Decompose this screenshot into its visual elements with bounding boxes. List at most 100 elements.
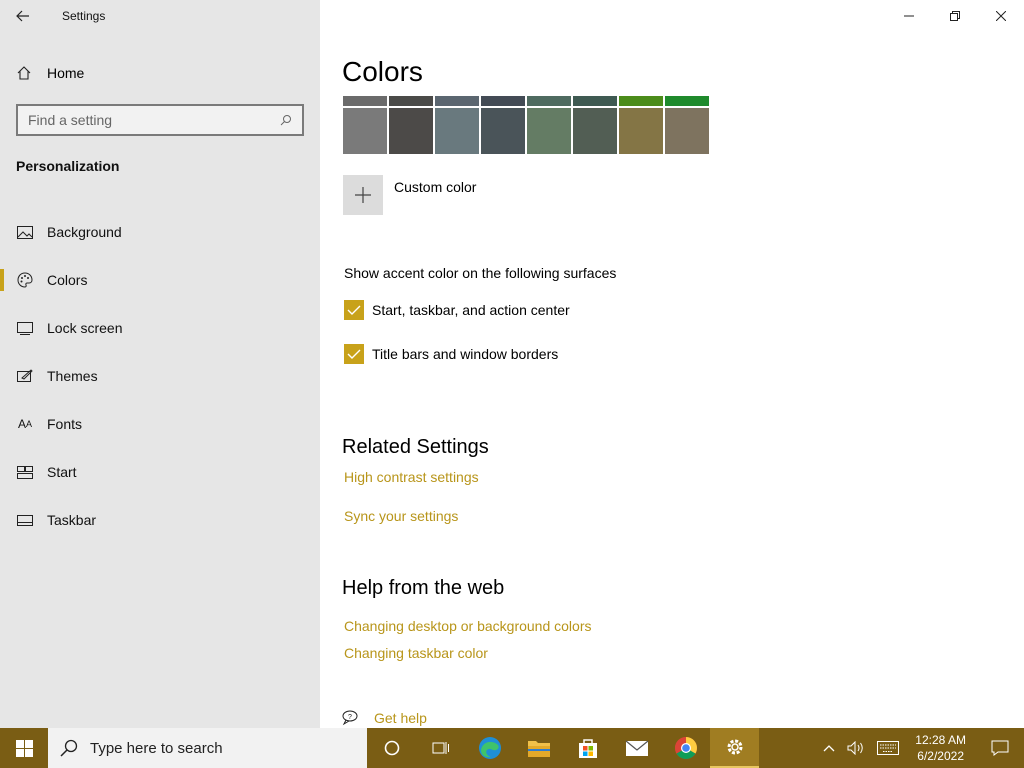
- cortana-button[interactable]: [367, 728, 416, 768]
- color-swatch-top[interactable]: [527, 96, 571, 106]
- surfaces-label: Show accent color on the following surfa…: [344, 265, 617, 281]
- taskbar-search-box[interactable]: Type here to search: [48, 728, 367, 768]
- touch-keyboard-button[interactable]: [871, 728, 905, 768]
- clock-date: 6/2/2022: [917, 749, 964, 763]
- color-swatch-top[interactable]: [435, 96, 479, 106]
- color-swatch-bottom[interactable]: [481, 108, 525, 154]
- windows-logo-icon: [15, 739, 33, 757]
- keyboard-icon: [877, 741, 900, 755]
- home-icon: [16, 65, 34, 81]
- settings-button[interactable]: [710, 728, 759, 768]
- sidebar-item-taskbar[interactable]: Taskbar: [0, 496, 320, 544]
- main-content: Colors Custom color Show accent color on…: [320, 0, 1024, 728]
- sidebar-item-themes[interactable]: Themes: [0, 352, 320, 400]
- link-high-contrast[interactable]: High contrast settings: [344, 469, 479, 485]
- edge-button[interactable]: [465, 728, 514, 768]
- color-swatch-top[interactable]: [665, 96, 709, 106]
- palette-icon: [16, 272, 34, 288]
- checkbox-start-taskbar[interactable]: Start, taskbar, and action center: [344, 300, 570, 320]
- show-hidden-icons-button[interactable]: [817, 728, 841, 768]
- sidebar-item-label: Lock screen: [47, 320, 123, 336]
- chevron-up-icon: [823, 745, 835, 752]
- color-swatch-bottom[interactable]: [619, 108, 663, 154]
- edge-icon: [478, 737, 501, 759]
- section-heading: Personalization: [16, 158, 120, 174]
- plus-icon: [343, 175, 383, 215]
- color-swatch-bottom[interactable]: [527, 108, 571, 154]
- action-center-button[interactable]: [976, 728, 1024, 768]
- color-swatch[interactable]: [481, 96, 525, 154]
- custom-color-label: Custom color: [394, 179, 477, 195]
- chrome-button[interactable]: [661, 728, 710, 768]
- themes-icon: [16, 368, 34, 384]
- color-swatch-bottom[interactable]: [665, 108, 709, 154]
- app-title: Settings: [62, 9, 106, 23]
- sidebar-item-fonts[interactable]: AA Fonts: [0, 400, 320, 448]
- get-help-label: Get help: [374, 710, 427, 726]
- color-swatch[interactable]: [665, 96, 709, 154]
- color-swatch[interactable]: [573, 96, 617, 154]
- color-swatch-top[interactable]: [481, 96, 525, 106]
- color-swatch-top[interactable]: [619, 96, 663, 106]
- sidebar-item-label: Colors: [47, 272, 88, 288]
- color-swatch-bottom[interactable]: [573, 108, 617, 154]
- color-swatch-bottom[interactable]: [435, 108, 479, 154]
- link-desktop-colors[interactable]: Changing desktop or background colors: [344, 618, 592, 634]
- lock-screen-icon: [16, 320, 34, 336]
- link-sync-settings[interactable]: Sync your settings: [344, 508, 458, 524]
- checkbox-label: Start, taskbar, and action center: [372, 302, 570, 318]
- search-icon: [60, 739, 78, 757]
- related-settings-heading: Related Settings: [342, 436, 489, 458]
- color-swatch[interactable]: [435, 96, 479, 154]
- sidebar-item-colors[interactable]: Colors: [0, 256, 320, 304]
- store-icon: [578, 739, 597, 758]
- custom-color-button[interactable]: Custom color: [343, 175, 476, 215]
- search-input[interactable]: Find a setting: [16, 104, 304, 136]
- sidebar-item-lock-screen[interactable]: Lock screen: [0, 304, 320, 352]
- file-explorer-button[interactable]: [514, 728, 563, 768]
- sidebar-item-start[interactable]: Start: [0, 448, 320, 496]
- help-heading: Help from the web: [342, 577, 505, 599]
- cortana-icon: [384, 740, 399, 756]
- color-swatch-top[interactable]: [573, 96, 617, 106]
- color-swatch-bottom[interactable]: [343, 108, 387, 154]
- sidebar-item-label: Taskbar: [47, 512, 97, 528]
- get-help-link[interactable]: ? Get help: [342, 710, 427, 726]
- home-label: Home: [47, 65, 85, 81]
- back-button[interactable]: [0, 0, 46, 32]
- mail-button[interactable]: [612, 728, 661, 768]
- sidebar: Settings Home Find a setting Personaliza…: [0, 0, 320, 728]
- color-swatch[interactable]: [527, 96, 571, 154]
- store-button[interactable]: [563, 728, 612, 768]
- color-swatch[interactable]: [389, 96, 433, 154]
- color-swatch[interactable]: [619, 96, 663, 154]
- search-placeholder: Find a setting: [28, 112, 113, 128]
- home-link[interactable]: Home: [16, 60, 84, 86]
- chat-help-icon: ?: [342, 710, 360, 726]
- fonts-icon: AA: [17, 417, 33, 431]
- color-swatch-top[interactable]: [389, 96, 433, 106]
- chrome-icon: [674, 737, 697, 759]
- search-icon: [280, 115, 291, 126]
- sidebar-item-background[interactable]: Background: [0, 208, 320, 256]
- start-button[interactable]: [0, 728, 48, 768]
- color-swatch[interactable]: [343, 96, 387, 154]
- svg-text:?: ?: [348, 714, 352, 721]
- task-view-button[interactable]: [416, 728, 465, 768]
- clock-time: 12:28 AM: [915, 733, 966, 747]
- speaker-icon: [847, 741, 864, 755]
- sidebar-item-label: Background: [47, 224, 122, 240]
- page-title: Colors: [342, 56, 423, 87]
- clock[interactable]: 12:28 AM 6/2/2022: [905, 732, 976, 764]
- title-bar: Settings: [0, 0, 320, 32]
- gear-icon: [727, 739, 742, 755]
- sidebar-nav: Background Colors Lock screen Themes AA …: [0, 208, 320, 544]
- volume-button[interactable]: [841, 728, 871, 768]
- taskbar-icon: [16, 512, 34, 528]
- start-icon: [16, 464, 34, 480]
- folder-icon: [527, 741, 550, 757]
- checkbox-title-bars[interactable]: Title bars and window borders: [344, 344, 558, 364]
- color-swatch-top[interactable]: [343, 96, 387, 106]
- color-swatch-bottom[interactable]: [389, 108, 433, 154]
- link-taskbar-color[interactable]: Changing taskbar color: [344, 645, 488, 661]
